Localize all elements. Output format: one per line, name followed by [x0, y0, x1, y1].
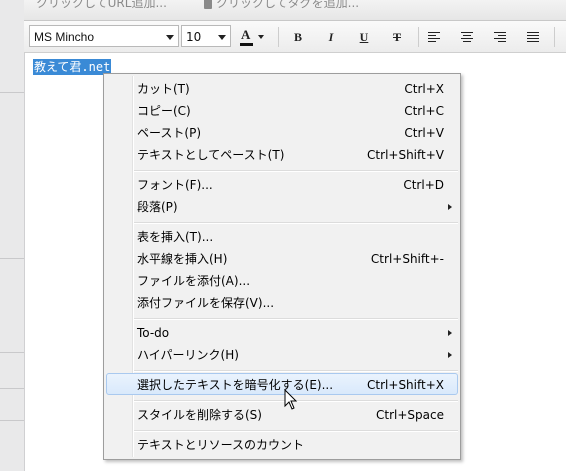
menu-item-label: テキストとしてペースト(T): [137, 148, 285, 162]
tag-hint: クリックしてタグを追加...: [216, 0, 360, 10]
menu-item-label: 添付ファイルを保存(V)...: [137, 296, 275, 310]
menu-item-shortcut: Ctrl+V: [404, 126, 444, 140]
font-family-select[interactable]: MS Mincho: [29, 25, 179, 47]
menu-item-paragraph[interactable]: 段落(P): [106, 196, 458, 218]
menu-item-label: テキストとリソースのカウント: [137, 438, 305, 452]
tag-hint-wrap[interactable]: クリックしてタグを追加...: [204, 0, 359, 11]
align-center-icon[interactable]: [461, 32, 473, 42]
menu-item-label: 段落(P): [137, 200, 178, 214]
color-swatch-bar: [240, 43, 253, 46]
submenu-arrow-icon: [448, 204, 452, 210]
context-menu: カット(T) Ctrl+X コピー(C) Ctrl+C ペースト(P) Ctrl+V …: [103, 73, 461, 460]
menu-item-label: ファイルを添付(A)...: [137, 274, 251, 288]
chevron-down-icon: [258, 35, 264, 39]
note-header-bar: クリックしてURL追加... クリックしてタグを追加...: [24, 0, 566, 21]
font-color-button[interactable]: A: [238, 27, 268, 47]
menu-item-shortcut: Ctrl+Shift+-: [370, 252, 444, 266]
menu-item-label: カット(T): [137, 82, 190, 96]
menu-item-insert-table[interactable]: 表を挿入(T)...: [106, 226, 458, 248]
menu-item-label: 水平線を挿入(H): [137, 252, 228, 266]
menu-item-save-attachment[interactable]: 添付ファイルを保存(V)...: [106, 292, 458, 314]
toolbar-separator: [278, 27, 279, 47]
toolbar-separator: [418, 27, 419, 47]
strip-divider: [0, 420, 24, 421]
strip-divider: [0, 352, 24, 353]
italic-button[interactable]: I: [321, 27, 341, 47]
strip-divider: [0, 92, 24, 93]
menu-item-todo[interactable]: To-do: [106, 322, 458, 344]
submenu-arrow-icon: [448, 352, 452, 358]
menu-item-hyperlink[interactable]: ハイパーリンク(H): [106, 344, 458, 366]
strikethrough-button[interactable]: T: [387, 27, 407, 47]
chevron-down-icon: [166, 35, 174, 40]
menu-item-encrypt-selected[interactable]: 選択したテキストを暗号化する(E)... Ctrl+Shift+X: [106, 373, 458, 395]
left-panel-strip: [0, 0, 25, 471]
menu-separator: [134, 222, 458, 224]
menu-item-label: 表を挿入(T)...: [137, 230, 214, 244]
menu-item-paste-as-text[interactable]: テキストとしてペースト(T) Ctrl+Shift+V: [106, 144, 458, 166]
font-family-value: MS Mincho: [34, 30, 95, 44]
menu-item-shortcut: Ctrl+X: [404, 82, 444, 96]
menu-item-shortcut: Ctrl+C: [404, 104, 444, 118]
menu-item-shortcut: Ctrl+Shift+V: [367, 148, 444, 162]
menu-item-font[interactable]: フォント(F)... Ctrl+D: [106, 174, 458, 196]
menu-item-attach-file[interactable]: ファイルを添付(A)...: [106, 270, 458, 292]
menu-item-remove-style[interactable]: スタイルを削除する(S) Ctrl+Space: [106, 404, 458, 426]
align-justify-icon[interactable]: [527, 32, 539, 42]
menu-item-copy[interactable]: コピー(C) Ctrl+C: [106, 100, 458, 122]
url-hint[interactable]: クリックしてURL追加...: [36, 0, 167, 11]
font-color-icon: A: [241, 27, 251, 42]
submenu-arrow-icon: [448, 330, 452, 336]
menu-separator: [134, 430, 458, 432]
menu-item-shortcut: Ctrl+Shift+X: [367, 378, 444, 392]
bold-button[interactable]: B: [288, 27, 308, 47]
toolbar-separator: [554, 27, 555, 47]
font-size-value: 10: [186, 30, 202, 44]
strip-divider: [0, 388, 24, 389]
menu-item-label: To-do: [137, 326, 170, 340]
menu-item-insert-hr[interactable]: 水平線を挿入(H) Ctrl+Shift+-: [106, 248, 458, 270]
align-right-icon[interactable]: [494, 32, 506, 42]
menu-item-label: ハイパーリンク(H): [137, 348, 239, 362]
format-toolbar: MS Mincho 10 A B I U T: [24, 21, 566, 53]
strip-divider: [0, 258, 24, 259]
menu-separator: [134, 318, 458, 320]
menu-separator: [134, 370, 458, 372]
menu-item-label: 選択したテキストを暗号化する(E)...: [137, 378, 334, 392]
menu-item-paste[interactable]: ペースト(P) Ctrl+V: [106, 122, 458, 144]
align-left-icon[interactable]: [428, 32, 440, 42]
menu-item-word-count[interactable]: テキストとリソースのカウント: [106, 434, 458, 456]
chevron-down-icon: [218, 35, 226, 40]
menu-item-label: スタイルを削除する(S): [137, 408, 262, 422]
selected-editor-text[interactable]: 教えて君.net: [33, 59, 112, 75]
menu-item-label: コピー(C): [137, 104, 191, 118]
tag-icon: [204, 0, 212, 9]
menu-item-cut[interactable]: カット(T) Ctrl+X: [106, 78, 458, 100]
menu-item-shortcut: Ctrl+Space: [376, 408, 444, 422]
underline-button[interactable]: U: [354, 27, 374, 47]
menu-item-shortcut: Ctrl+D: [403, 178, 444, 192]
menu-item-label: ペースト(P): [137, 126, 201, 140]
font-size-select[interactable]: 10: [181, 25, 231, 47]
menu-item-label: フォント(F)...: [137, 178, 213, 192]
menu-separator: [134, 170, 458, 172]
mouse-cursor-icon: [284, 389, 298, 410]
